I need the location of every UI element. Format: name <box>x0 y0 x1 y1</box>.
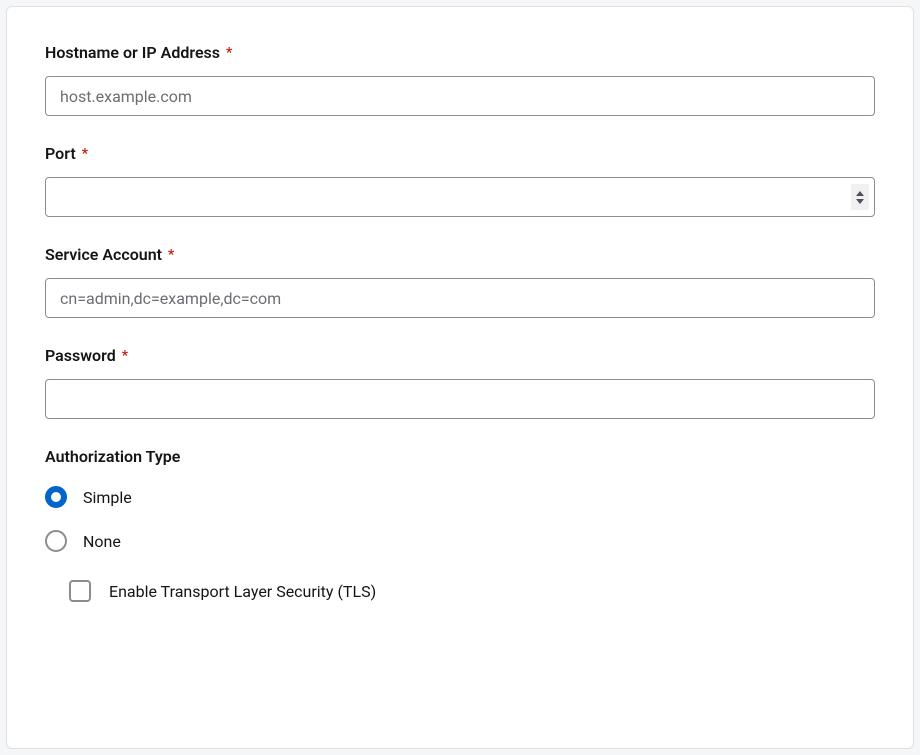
checkbox-icon-unchecked[interactable] <box>69 580 91 602</box>
radio-label-simple: Simple <box>83 488 132 507</box>
port-stepper[interactable] <box>851 184 869 210</box>
authorization-type-heading: Authorization Type <box>45 447 875 466</box>
port-label: Port * <box>45 144 875 163</box>
required-asterisk-icon: * <box>226 45 232 61</box>
required-asterisk-icon: * <box>168 247 174 263</box>
radio-label-none: None <box>83 532 121 551</box>
field-service-account: Service Account * <box>45 245 875 318</box>
radio-icon-selected[interactable] <box>45 486 67 508</box>
ldap-connection-form: Hostname or IP Address * Port * Service … <box>6 6 914 749</box>
tls-checkbox-label: Enable Transport Layer Security (TLS) <box>109 582 376 601</box>
required-asterisk-icon: * <box>82 146 88 162</box>
field-port: Port * <box>45 144 875 217</box>
port-input[interactable] <box>45 177 875 217</box>
service-account-input[interactable] <box>45 278 875 318</box>
hostname-input[interactable] <box>45 76 875 116</box>
tls-checkbox-row[interactable]: Enable Transport Layer Security (TLS) <box>69 580 875 602</box>
radio-option-none[interactable]: None <box>45 530 875 552</box>
field-password: Password * <box>45 346 875 419</box>
port-label-text: Port <box>45 144 76 163</box>
password-label: Password * <box>45 346 875 365</box>
radio-option-simple[interactable]: Simple <box>45 486 875 508</box>
radio-icon-unselected[interactable] <box>45 530 67 552</box>
hostname-label-text: Hostname or IP Address <box>45 43 220 62</box>
hostname-label: Hostname or IP Address * <box>45 43 875 62</box>
required-asterisk-icon: * <box>122 348 128 364</box>
password-input[interactable] <box>45 379 875 419</box>
field-hostname: Hostname or IP Address * <box>45 43 875 116</box>
authorization-type-section: Authorization Type Simple None <box>45 447 875 552</box>
port-input-wrap <box>45 177 875 217</box>
password-label-text: Password <box>45 346 116 365</box>
chevron-down-icon[interactable] <box>856 199 864 204</box>
chevron-up-icon[interactable] <box>856 191 864 196</box>
service-account-label: Service Account * <box>45 245 875 264</box>
service-account-label-text: Service Account <box>45 245 162 264</box>
